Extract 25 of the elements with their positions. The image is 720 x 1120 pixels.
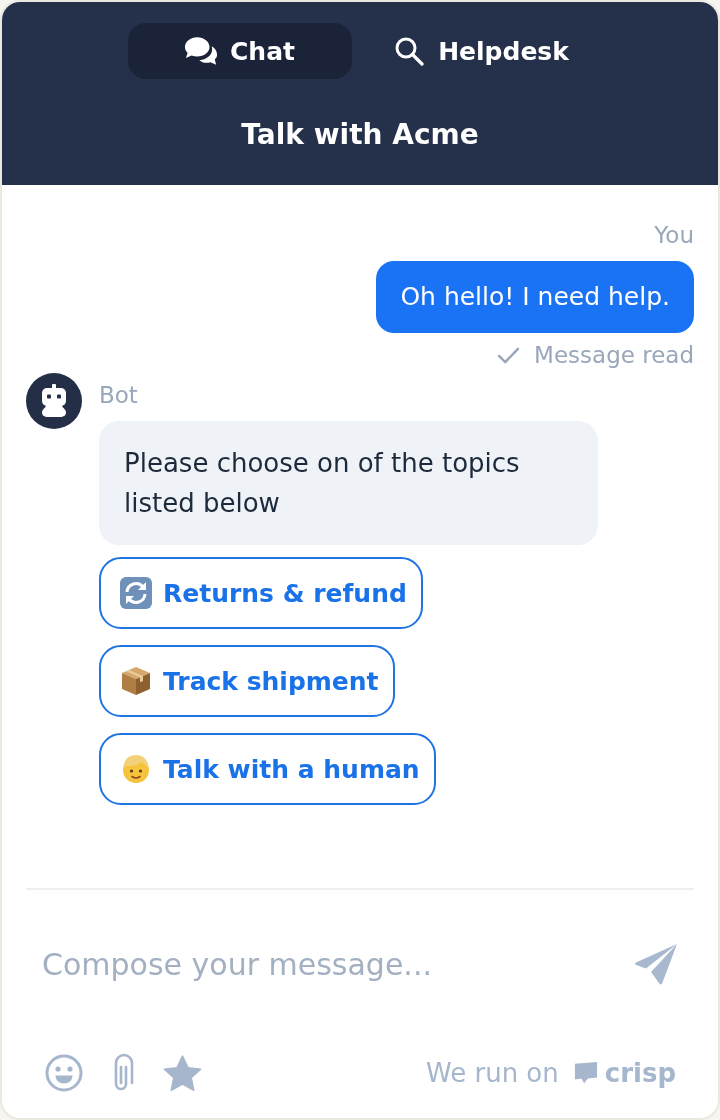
sender-name: You xyxy=(654,221,694,249)
paper-plane-icon xyxy=(634,943,678,985)
robot-avatar-icon xyxy=(26,373,82,429)
sender-name: Bot xyxy=(99,381,138,409)
chat-title: Talk with Acme xyxy=(240,117,480,153)
person-emoji-icon xyxy=(120,753,152,785)
cardboard-box-icon xyxy=(120,665,152,697)
quick-reply-button[interactable]: Returns & refund xyxy=(99,557,423,629)
brand-name: crisp xyxy=(604,1058,676,1088)
check-icon xyxy=(497,346,521,364)
arrows-cycle-icon xyxy=(120,577,152,609)
quick-reply-button[interactable]: Talk with a human xyxy=(99,733,436,805)
speech-bubble-icon xyxy=(572,1061,599,1085)
branding-text: We run on xyxy=(426,1058,559,1088)
star-icon[interactable] xyxy=(163,1054,202,1092)
quick-reply-button[interactable]: Track shipment xyxy=(99,645,395,717)
smiley-icon[interactable] xyxy=(45,1054,83,1092)
bot-message: Please choose on of the topics listed below xyxy=(99,421,598,545)
send-button[interactable] xyxy=(634,943,678,985)
read-status: Message read xyxy=(534,341,694,369)
message-input[interactable]: Compose your message... xyxy=(42,940,618,988)
header-tab[interactable]: Chat xyxy=(127,23,352,79)
user-message: Oh hello! I need help. xyxy=(376,261,694,333)
header-tab[interactable]: Helpdesk xyxy=(368,23,593,79)
chat-bubbles-icon xyxy=(184,36,218,66)
